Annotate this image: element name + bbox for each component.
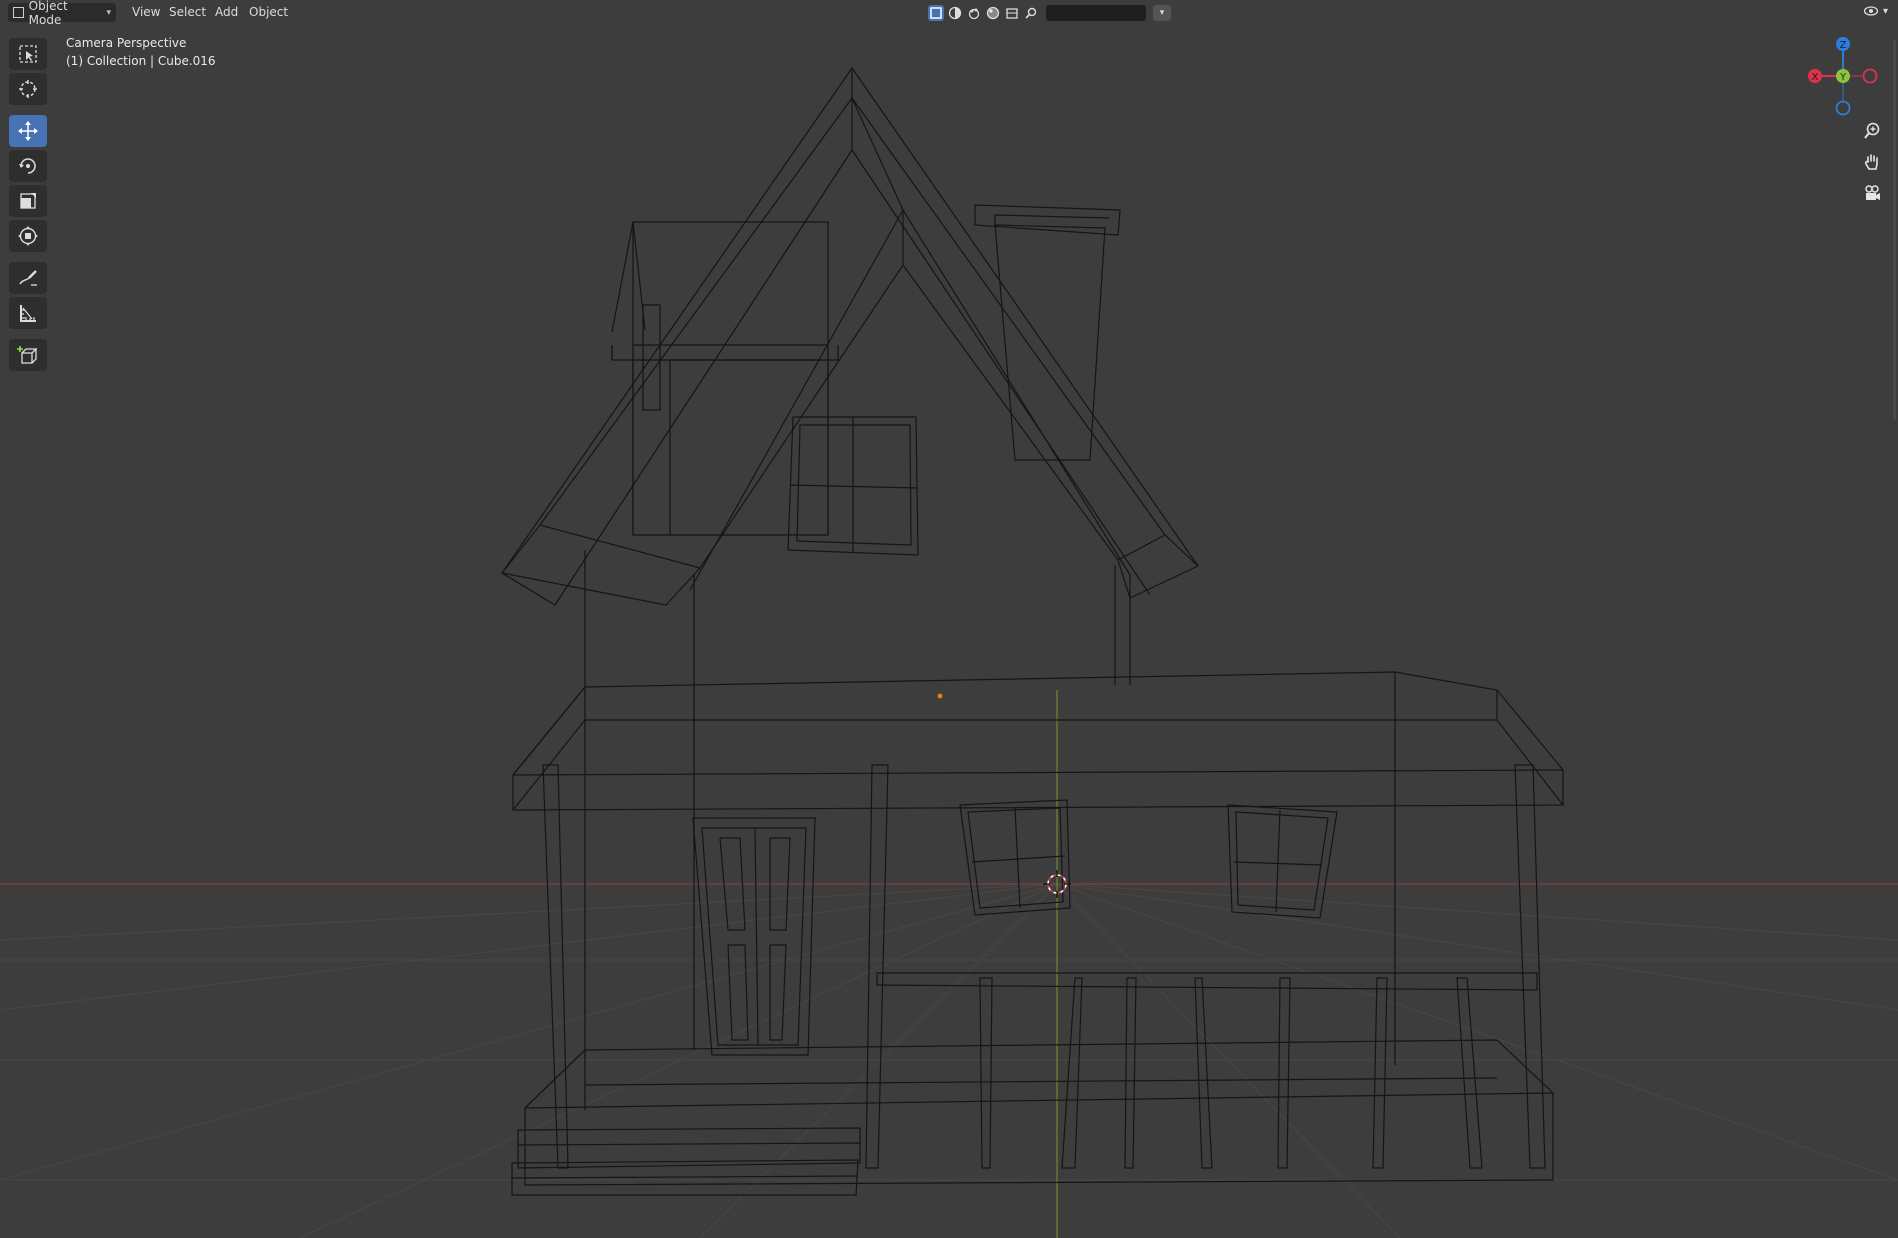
annotate-icon	[19, 270, 37, 286]
pan-hand-icon	[1864, 153, 1878, 170]
measure-icon	[20, 305, 36, 322]
add-cube-tool[interactable]	[9, 339, 47, 371]
select-box-tool[interactable]	[9, 38, 47, 70]
rendered-sphere-icon	[986, 6, 1000, 20]
rotate-icon	[19, 158, 36, 174]
cursor-tool[interactable]	[9, 73, 47, 105]
move-tool[interactable]	[9, 115, 47, 147]
menu-select[interactable]: Select	[165, 4, 210, 20]
pan-button[interactable]	[1858, 149, 1886, 174]
solid-sphere-icon	[948, 6, 962, 20]
rendered-shading-button[interactable]	[985, 5, 1001, 21]
select-box-icon	[19, 45, 37, 63]
eye-icon[interactable]	[1863, 4, 1879, 18]
navigation-gizmo[interactable]: Z X Y	[1795, 30, 1885, 120]
viewport-scrollbar[interactable]	[1893, 40, 1896, 420]
shading-controls: ▾	[928, 3, 1171, 23]
add-cube-icon	[17, 346, 38, 364]
viewport-header: Object Mode ▾ View Select Add Object ▾ ▾	[0, 0, 1898, 27]
menu-add[interactable]: Add	[211, 4, 242, 20]
transform-icon	[18, 226, 38, 246]
menu-object[interactable]: Object	[245, 4, 292, 20]
tool-shelf	[8, 38, 48, 374]
visibility-controls: ▾	[1863, 4, 1888, 18]
wireframe-icon	[930, 7, 942, 19]
material-shading-button[interactable]	[966, 5, 982, 21]
move-icon	[18, 121, 38, 141]
shading-options-dropdown[interactable]: ▾	[1153, 5, 1171, 21]
navigation-buttons	[1858, 118, 1886, 205]
wireframe-shading-button[interactable]	[928, 5, 944, 21]
gizmo-neg-x-axis[interactable]	[1862, 68, 1878, 84]
material-icon	[968, 8, 980, 20]
menu-view[interactable]: View	[128, 4, 164, 20]
search-input[interactable]	[1046, 5, 1146, 21]
scale-tool[interactable]	[9, 185, 47, 217]
object-mode-icon	[13, 7, 24, 18]
gizmo-y-label: Y	[1839, 72, 1847, 83]
rotate-tool[interactable]	[9, 150, 47, 182]
camera-view-icon	[1865, 184, 1880, 200]
3d-viewport[interactable]	[0, 0, 1898, 1238]
camera-view-button[interactable]	[1858, 180, 1886, 205]
search-icon	[1025, 7, 1037, 19]
transform-tool[interactable]	[9, 220, 47, 252]
mode-dropdown[interactable]: Object Mode ▾	[8, 0, 116, 27]
gizmo-x-label: X	[1812, 72, 1819, 83]
view-name: Camera Perspective	[66, 36, 187, 50]
solid-shading-button[interactable]	[947, 5, 963, 21]
viewport-info: Camera Perspective (1) Collection | Cube…	[66, 34, 216, 70]
zoom-icon	[1864, 122, 1880, 139]
viewport-render-button[interactable]	[1004, 5, 1020, 21]
chevron-down-icon[interactable]: ▾	[1883, 6, 1888, 17]
chevron-down-icon: ▾	[1159, 8, 1165, 18]
chevron-down-icon: ▾	[106, 7, 111, 18]
gizmo-z-label: Z	[1840, 40, 1847, 51]
zoom-button[interactable]	[1858, 118, 1886, 143]
mode-label: Object Mode	[28, 0, 68, 27]
object-origin	[937, 693, 943, 699]
scale-icon	[20, 193, 36, 209]
cursor-icon	[19, 80, 37, 98]
collection-info: (1) Collection | Cube.016	[66, 54, 216, 68]
render-icon	[1006, 8, 1018, 19]
annotate-tool[interactable]	[9, 262, 47, 294]
measure-tool[interactable]	[9, 297, 47, 329]
gizmo-neg-z-axis[interactable]	[1835, 100, 1851, 116]
search-button[interactable]	[1023, 5, 1039, 21]
